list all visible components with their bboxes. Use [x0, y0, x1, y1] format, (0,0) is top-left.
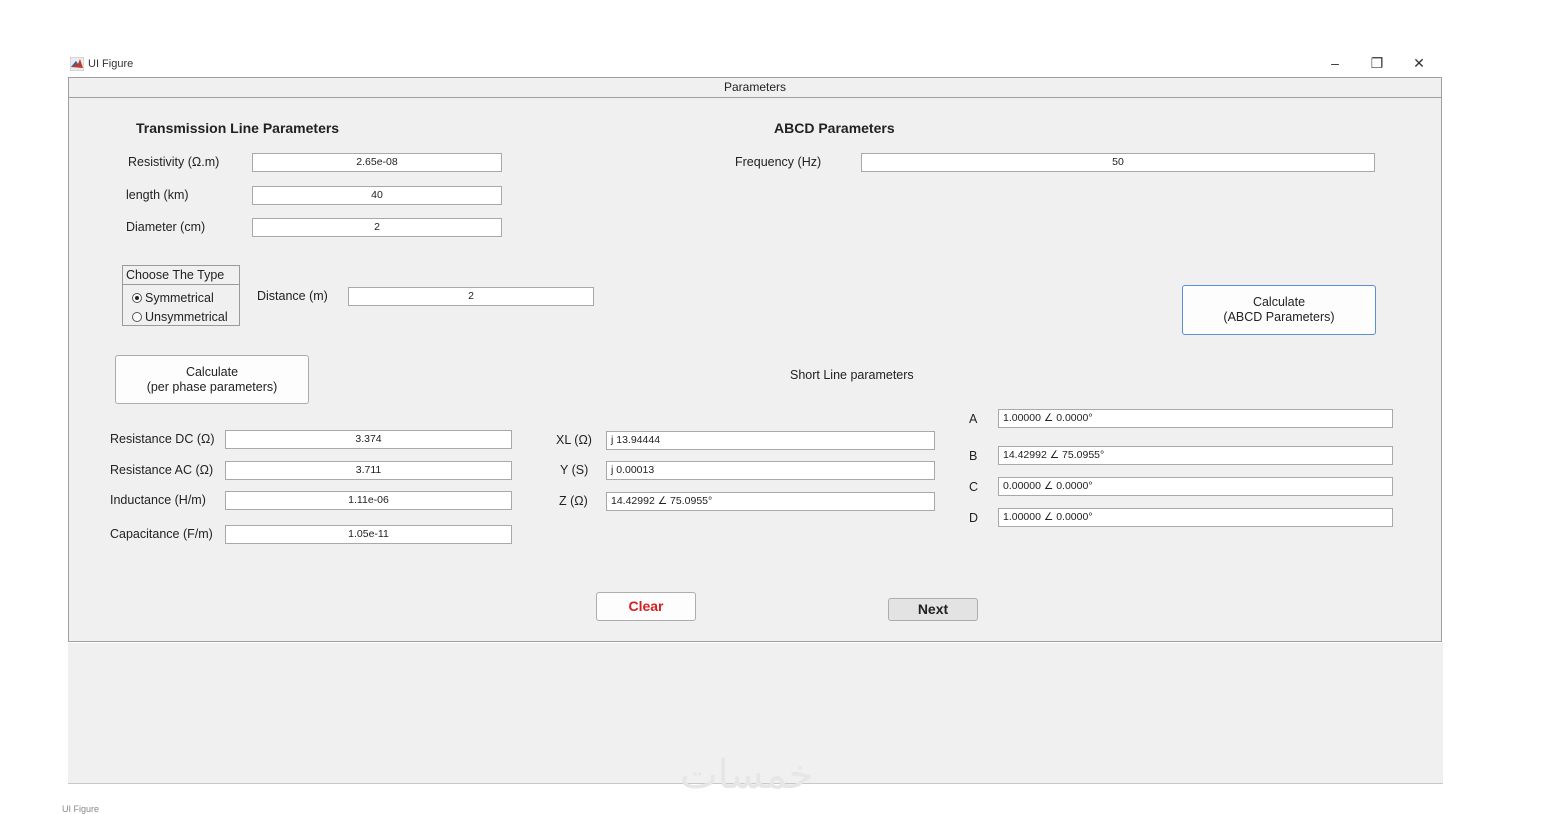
capacitance-field[interactable]: 1.05e-11 — [225, 525, 512, 544]
abcd-section-title: ABCD Parameters — [774, 120, 895, 136]
length-field[interactable]: 40 — [252, 186, 502, 205]
inductance-label: Inductance (H/m) — [110, 493, 206, 507]
xl-field[interactable]: j 13.94444 — [606, 431, 935, 450]
tl-section-title: Transmission Line Parameters — [136, 120, 340, 136]
radio-unselected-icon[interactable] — [132, 312, 142, 322]
d-field[interactable]: 1.00000 ∠ 0.0000° — [998, 508, 1393, 527]
calc-per-phase-line1: Calculate — [185, 364, 239, 379]
window-title-bar — [68, 54, 1444, 76]
window-title: UI Figure — [88, 58, 134, 70]
resistivity-label: Resistivity (Ω.m) — [128, 155, 220, 169]
z-label: Z (Ω) — [559, 494, 588, 508]
calc-per-phase-line2: (per phase parameters) — [146, 379, 278, 394]
capacitance-label: Capacitance (F/m) — [110, 527, 213, 541]
distance-label: Distance (m) — [257, 289, 328, 303]
b-label: B — [969, 449, 978, 463]
xl-label: XL (Ω) — [556, 433, 592, 447]
d-label: D — [969, 511, 979, 525]
length-label: length (km) — [126, 188, 189, 202]
calc-abcd-line2: (ABCD Parameters) — [1223, 310, 1335, 324]
a-field[interactable]: 1.00000 ∠ 0.0000° — [998, 409, 1393, 428]
c-field[interactable]: 0.00000 ∠ 0.0000° — [998, 477, 1393, 496]
b-field[interactable]: 14.42992 ∠ 75.0955° — [998, 446, 1393, 465]
clear-button[interactable]: Clear — [596, 592, 696, 621]
radio-symmetrical[interactable]: Symmetrical — [132, 291, 214, 305]
restore-icon[interactable]: ❐ — [1367, 55, 1387, 72]
type-group-title: Choose The Type — [123, 266, 239, 285]
short-line-label: Short Line parameters — [790, 368, 914, 382]
resistance-ac-label: Resistance AC (Ω) — [110, 463, 214, 477]
distance-field[interactable]: 2 — [348, 287, 594, 306]
c-label: C — [969, 480, 979, 494]
z-field[interactable]: 14.42992 ∠ 75.0955° — [606, 492, 935, 511]
calculate-abcd-button[interactable]: Calculate (ABCD Parameters) — [1182, 285, 1376, 335]
inductance-field[interactable]: 1.11e-06 — [225, 491, 512, 510]
matlab-app-icon — [70, 57, 84, 71]
resistance-ac-field[interactable]: 3.711 — [225, 461, 512, 480]
watermark-logo: خمسات — [680, 752, 814, 798]
frequency-label: Frequency (Hz) — [735, 155, 822, 169]
resistance-dc-field[interactable]: 3.374 — [225, 430, 512, 449]
panel-title: Parameters — [69, 78, 1441, 98]
radio-symmetrical-label: Symmetrical — [145, 291, 214, 305]
minimize-icon[interactable]: – — [1325, 55, 1345, 71]
calc-abcd-line1: Calculate — [1252, 295, 1306, 309]
close-icon[interactable]: ✕ — [1409, 55, 1429, 72]
y-label: Y (S) — [560, 463, 589, 477]
second-window-title: UI Figure — [62, 804, 100, 814]
diameter-label: Diameter (cm) — [126, 220, 206, 234]
radio-selected-icon[interactable] — [132, 293, 142, 303]
a-label: A — [969, 412, 978, 426]
next-button[interactable]: Next — [888, 598, 978, 621]
resistance-dc-label: Resistance DC (Ω) — [110, 432, 215, 446]
resistivity-field[interactable]: 2.65e-08 — [252, 153, 502, 172]
y-field[interactable]: j 0.00013 — [606, 461, 935, 480]
calculate-per-phase-button[interactable]: Calculate (per phase parameters) — [115, 355, 309, 404]
frequency-field[interactable]: 50 — [861, 153, 1375, 172]
radio-unsymmetrical[interactable]: Unsymmetrical — [132, 310, 228, 324]
diameter-field[interactable]: 2 — [252, 218, 502, 237]
radio-unsymmetrical-label: Unsymmetrical — [145, 310, 228, 324]
